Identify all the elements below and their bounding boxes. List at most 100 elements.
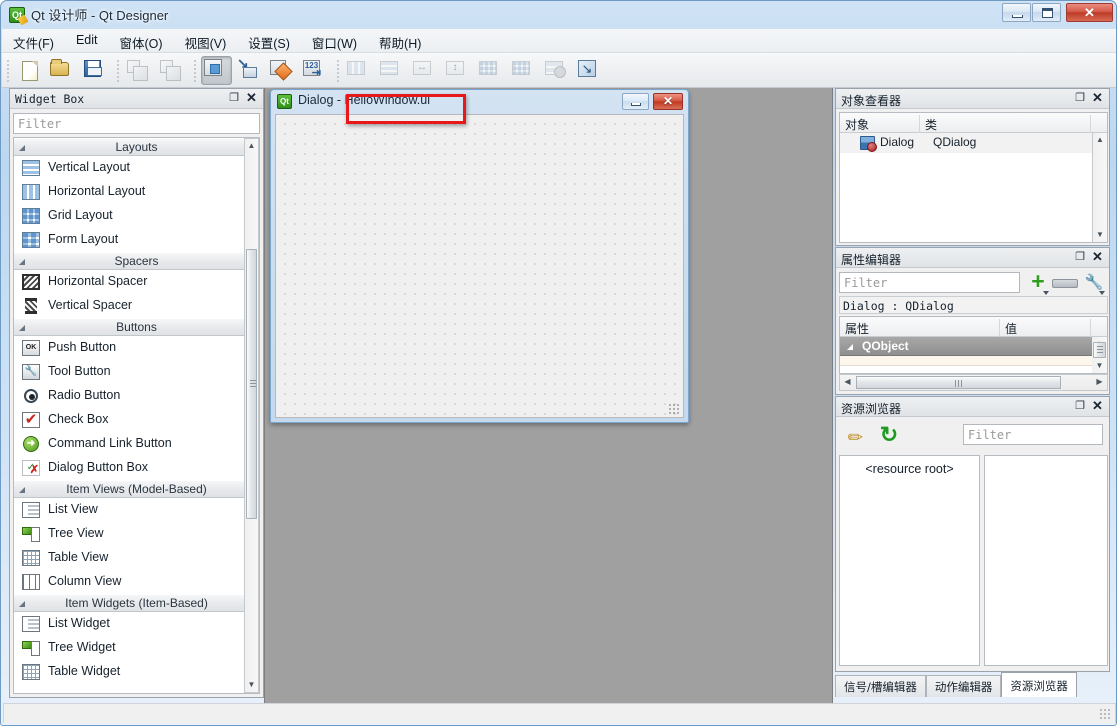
resource-tree[interactable]: <resource root> bbox=[839, 455, 980, 666]
scroll-up-icon[interactable]: ▲ bbox=[245, 139, 258, 153]
menu-window[interactable]: 窗口(W) bbox=[301, 29, 368, 53]
widget-group-item-views[interactable]: Item Views (Model-Based) bbox=[14, 480, 259, 498]
edit-pencil-icon[interactable]: ✎ bbox=[842, 419, 873, 450]
close-icon[interactable]: ✕ bbox=[1091, 250, 1104, 264]
scroll-right-icon[interactable]: ▶ bbox=[1092, 375, 1107, 390]
open-form-button[interactable] bbox=[47, 56, 78, 85]
mdi-workspace[interactable]: Qt Dialog - HelloWindow.ui ✕ bbox=[264, 88, 833, 703]
window-minimize-button[interactable] bbox=[1002, 3, 1031, 22]
menu-form[interactable]: 窗体(O) bbox=[109, 29, 174, 53]
scroll-down-icon[interactable]: ▼ bbox=[1092, 359, 1107, 373]
form-design-canvas[interactable] bbox=[275, 114, 684, 418]
column-header-class[interactable]: 类 bbox=[920, 115, 1091, 133]
float-icon[interactable]: ❐ bbox=[1074, 252, 1086, 264]
widget-group-item-widgets[interactable]: Item Widgets (Item-Based) bbox=[14, 594, 259, 612]
widget-item-vertical-layout[interactable]: Vertical Layout bbox=[14, 156, 259, 180]
layout-splitter-vertical-button[interactable]: ↕ bbox=[443, 56, 474, 85]
resize-grip-icon[interactable] bbox=[1099, 708, 1112, 721]
scrollbar-thumb[interactable] bbox=[1093, 342, 1106, 358]
window-maximize-button[interactable] bbox=[1032, 3, 1061, 22]
menu-help[interactable]: 帮助(H) bbox=[368, 29, 432, 53]
widget-item-tree-view[interactable]: Tree View bbox=[14, 522, 259, 546]
widget-item-form-layout[interactable]: Form Layout bbox=[14, 228, 259, 252]
widget-item-radio-button[interactable]: Radio Button bbox=[14, 384, 259, 408]
scrollbar-thumb[interactable] bbox=[246, 249, 257, 519]
object-inspector-scrollbar[interactable]: ▲ ▼ bbox=[1092, 133, 1107, 242]
adjust-size-button[interactable]: ↘ bbox=[575, 56, 606, 85]
form-minimize-button[interactable] bbox=[622, 93, 649, 110]
scroll-up-icon[interactable]: ▲ bbox=[1093, 133, 1107, 147]
configure-property-button[interactable]: 🔧 bbox=[1082, 272, 1106, 295]
reload-icon[interactable]: ↻ bbox=[877, 423, 901, 447]
widget-item-horizontal-layout[interactable]: Horizontal Layout bbox=[14, 180, 259, 204]
column-header-property[interactable]: 属性 bbox=[840, 319, 1000, 337]
widget-item-table-view[interactable]: Table View bbox=[14, 546, 259, 570]
property-group-qobject[interactable]: QObject bbox=[840, 337, 1107, 356]
widget-item-column-view[interactable]: Column View bbox=[14, 570, 259, 594]
layout-splitter-horizontal-button[interactable]: ↔ bbox=[410, 56, 441, 85]
column-header-value[interactable]: 值 bbox=[1000, 319, 1091, 337]
scroll-left-icon[interactable]: ◀ bbox=[840, 375, 855, 390]
property-editor-hscrollbar[interactable]: ◀ ▶ bbox=[839, 374, 1108, 391]
tab-resource-browser[interactable]: 资源浏览器 bbox=[1001, 672, 1077, 697]
add-property-button[interactable]: + bbox=[1026, 270, 1050, 295]
save-form-button[interactable] bbox=[80, 56, 111, 85]
resource-preview-list[interactable] bbox=[984, 455, 1108, 666]
edit-signals-slots-button[interactable] bbox=[234, 55, 265, 85]
toolbar-grip[interactable] bbox=[191, 56, 199, 85]
tab-action-editor[interactable]: 动作编辑器 bbox=[925, 675, 1002, 697]
resize-grip-icon[interactable] bbox=[668, 403, 681, 416]
object-inspector-tree[interactable]: 对象 类 Dialog QDialog ▲ ▼ bbox=[839, 112, 1108, 243]
edit-buddies-button[interactable] bbox=[267, 56, 298, 85]
scroll-down-icon[interactable]: ▼ bbox=[245, 678, 258, 692]
column-header-object[interactable]: 对象 bbox=[840, 115, 920, 133]
close-icon[interactable]: ✕ bbox=[1091, 91, 1104, 105]
layout-horizontally-button[interactable] bbox=[344, 56, 375, 85]
scrollbar-thumb[interactable] bbox=[856, 376, 1061, 389]
widget-item-table-widget[interactable]: Table Widget bbox=[14, 660, 259, 684]
layout-vertically-button[interactable] bbox=[377, 56, 408, 85]
edit-widgets-button[interactable] bbox=[201, 56, 232, 85]
widget-item-horizontal-spacer[interactable]: Horizontal Spacer bbox=[14, 270, 259, 294]
property-editor-table[interactable]: 属性 值 QObject ▲ ▼ bbox=[839, 316, 1108, 374]
undo-button[interactable] bbox=[124, 56, 155, 85]
toolbar-grip[interactable] bbox=[114, 56, 122, 85]
widget-item-dialog-button-box[interactable]: ✓ Dialog Button Box bbox=[14, 456, 259, 480]
float-icon[interactable]: ❐ bbox=[1074, 401, 1086, 413]
widget-group-layouts[interactable]: Layouts bbox=[14, 138, 259, 156]
form-titlebar[interactable]: Qt Dialog - HelloWindow.ui ✕ bbox=[271, 90, 688, 114]
close-icon[interactable]: ✕ bbox=[245, 91, 258, 105]
form-editor-window[interactable]: Qt Dialog - HelloWindow.ui ✕ bbox=[270, 89, 689, 423]
float-icon[interactable]: ❐ bbox=[228, 93, 240, 105]
redo-button[interactable] bbox=[157, 56, 188, 85]
close-icon[interactable]: ✕ bbox=[1091, 399, 1104, 413]
float-icon[interactable]: ❐ bbox=[1074, 93, 1086, 105]
edit-tab-order-button[interactable]: 123 bbox=[300, 56, 331, 85]
form-close-button[interactable]: ✕ bbox=[653, 93, 683, 110]
break-layout-button[interactable] bbox=[542, 56, 573, 85]
property-filter-input[interactable]: Filter bbox=[839, 272, 1020, 293]
window-close-button[interactable]: ✕ bbox=[1066, 3, 1113, 22]
widget-item-vertical-spacer[interactable]: Vertical Spacer bbox=[14, 294, 259, 318]
menu-settings[interactable]: 设置(S) bbox=[237, 29, 301, 53]
widget-item-tool-button[interactable]: 🔧 Tool Button bbox=[14, 360, 259, 384]
property-row-partial[interactable] bbox=[840, 356, 1107, 366]
widget-item-grid-layout[interactable]: Grid Layout bbox=[14, 204, 259, 228]
widget-box-filter-input[interactable]: Filter bbox=[13, 113, 260, 134]
widget-item-list-widget[interactable]: List Widget bbox=[14, 612, 259, 636]
widget-item-list-view[interactable]: List View bbox=[14, 498, 259, 522]
menu-view[interactable]: 视图(V) bbox=[174, 29, 238, 53]
property-editor-scrollbar[interactable]: ▲ ▼ bbox=[1092, 337, 1107, 373]
tab-signal-slot-editor[interactable]: 信号/槽编辑器 bbox=[835, 675, 926, 697]
menu-edit[interactable]: Edit bbox=[65, 29, 109, 53]
resource-root-label[interactable]: <resource root> bbox=[840, 462, 979, 476]
widget-item-check-box[interactable]: ✔ Check Box bbox=[14, 408, 259, 432]
widget-item-command-link-button[interactable]: ➜ Command Link Button bbox=[14, 432, 259, 456]
widget-group-spacers[interactable]: Spacers bbox=[14, 252, 259, 270]
resource-filter-input[interactable]: Filter bbox=[963, 424, 1103, 445]
toolbar-grip[interactable] bbox=[4, 56, 12, 85]
widget-box-scrollbar[interactable]: ▲ ▼ bbox=[244, 138, 259, 693]
scroll-down-icon[interactable]: ▼ bbox=[1093, 228, 1107, 242]
remove-property-button[interactable] bbox=[1052, 279, 1078, 288]
layout-form-button[interactable] bbox=[509, 56, 540, 85]
